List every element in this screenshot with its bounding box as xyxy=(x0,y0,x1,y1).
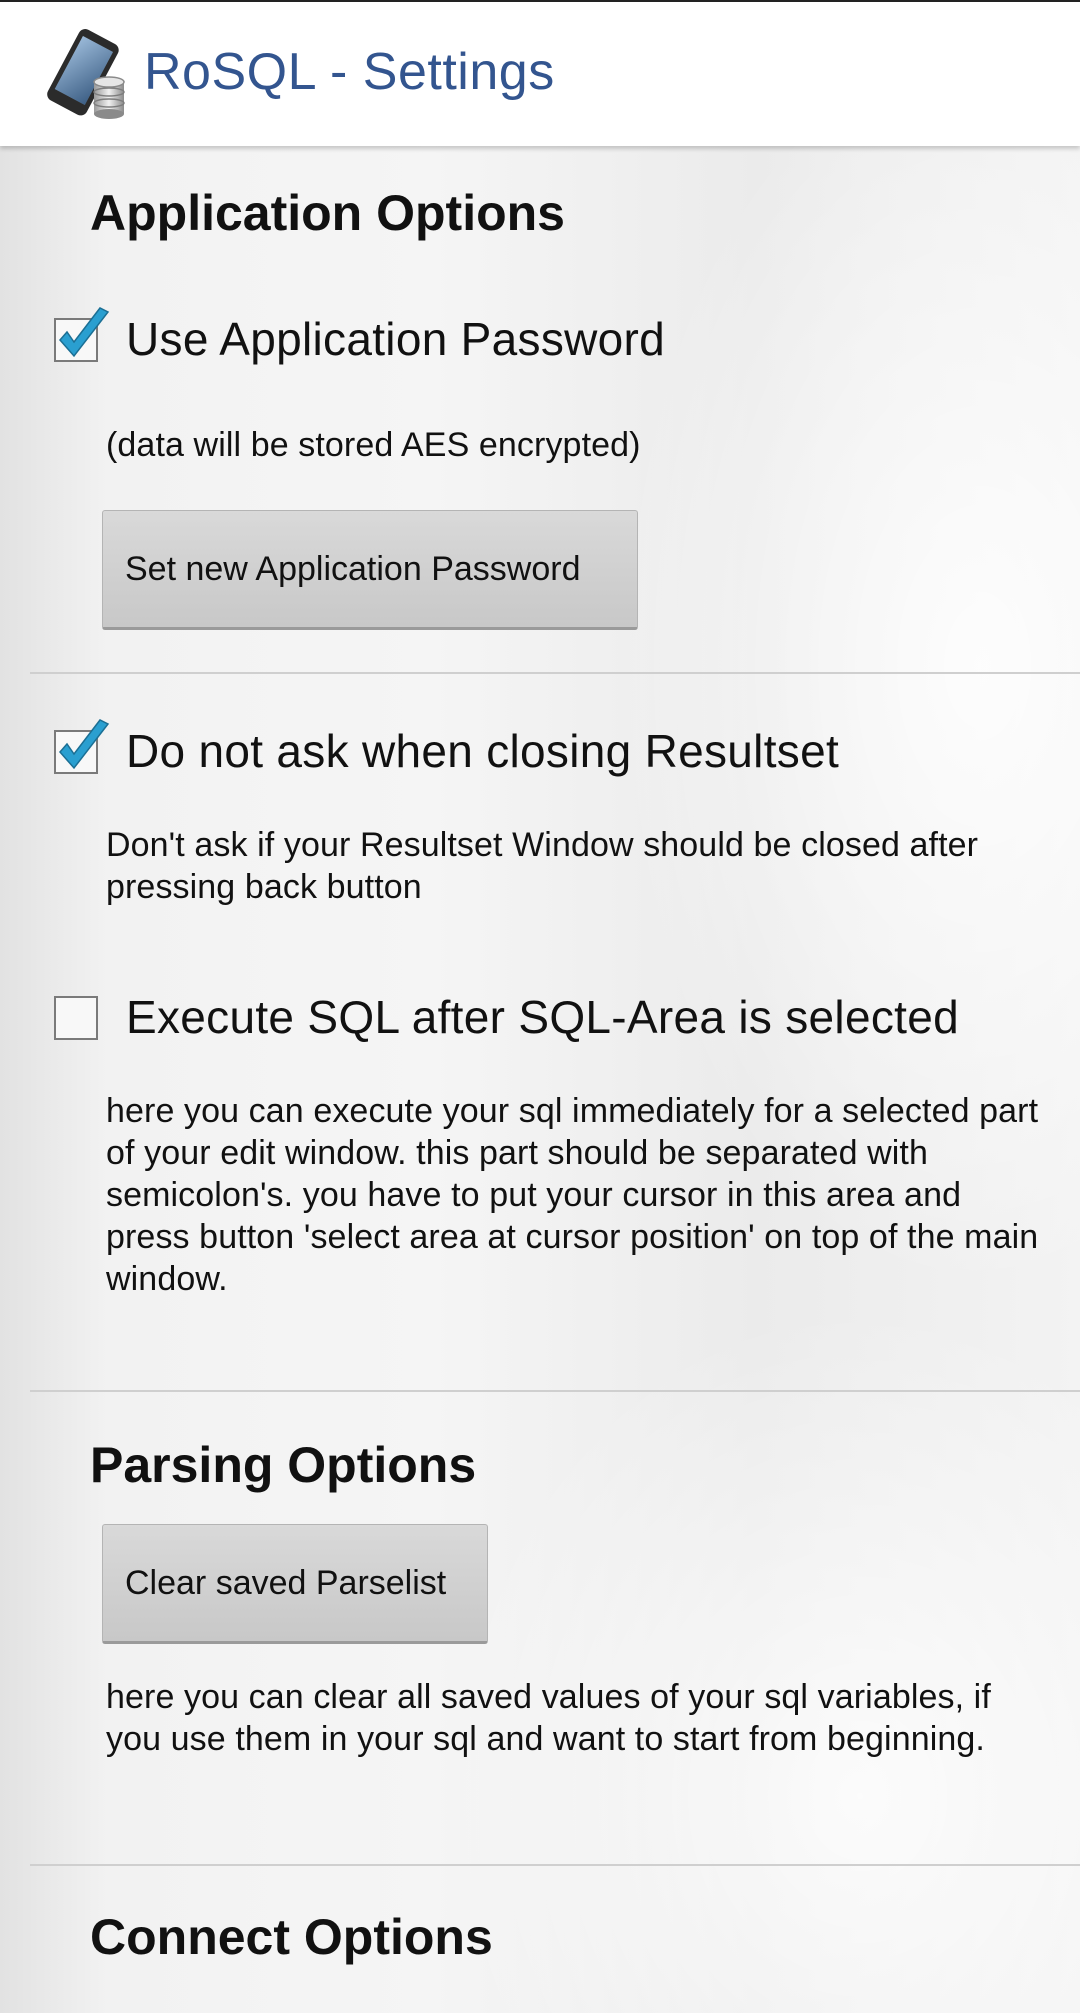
checkmark-icon xyxy=(59,719,110,770)
set-new-password-button[interactable]: Set new Application Password xyxy=(102,510,638,630)
no-ask-closing-label[interactable]: Do not ask when closing Resultset xyxy=(126,724,839,778)
use-password-checkbox[interactable] xyxy=(54,307,110,362)
divider xyxy=(30,672,1080,674)
title-bar: RoSQL - Settings xyxy=(0,0,1080,146)
parsing-options-description: here you can clear all saved values of y… xyxy=(106,1678,991,1758)
checkmark-icon xyxy=(59,307,110,358)
divider xyxy=(30,1864,1080,1866)
execute-sql-area-description: here you can execute your sql immediatel… xyxy=(106,1092,1039,1298)
use-password-description: (data will be stored AES encrypted) xyxy=(106,426,641,464)
rosql-app-icon xyxy=(47,29,125,119)
execute-sql-area-checkbox[interactable] xyxy=(54,996,98,1040)
divider xyxy=(30,1390,1080,1392)
app-title: RoSQL - Settings xyxy=(144,43,555,101)
clear-parselist-button[interactable]: Clear saved Parselist xyxy=(102,1524,488,1644)
section-title-parsing-options: Parsing Options xyxy=(90,1437,477,1493)
section-title-application-options: Application Options xyxy=(90,185,565,241)
no-ask-closing-description: Don't ask if your Resultset Window shoul… xyxy=(106,826,979,906)
use-password-label[interactable]: Use Application Password xyxy=(126,312,665,366)
settings-content: Application Options Use Application Pass… xyxy=(0,146,1080,2013)
section-title-connect-options: Connect Options xyxy=(90,1909,493,1965)
execute-sql-area-label[interactable]: Execute SQL after SQL-Area is selected xyxy=(126,990,959,1044)
no-ask-closing-checkbox[interactable] xyxy=(54,719,110,774)
